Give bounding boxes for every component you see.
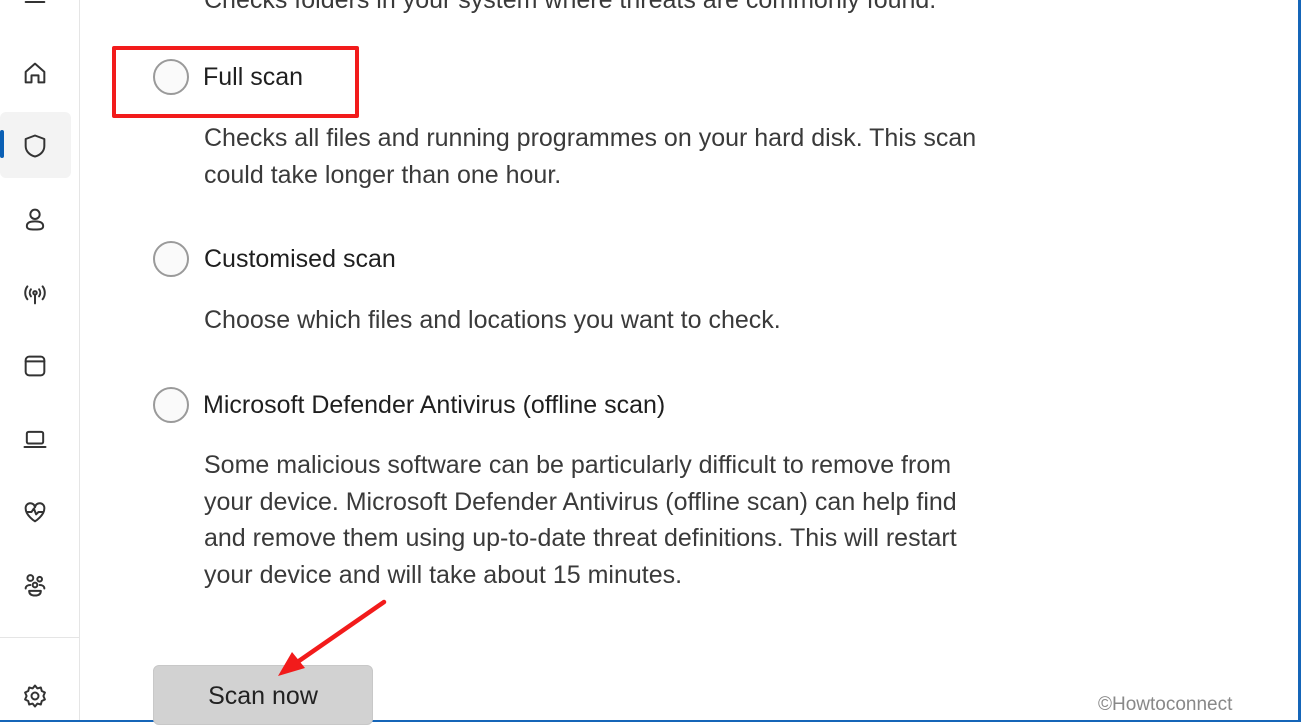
annotation-arrow	[278, 599, 387, 676]
watermark: ©Howtoconnect	[1098, 694, 1233, 715]
